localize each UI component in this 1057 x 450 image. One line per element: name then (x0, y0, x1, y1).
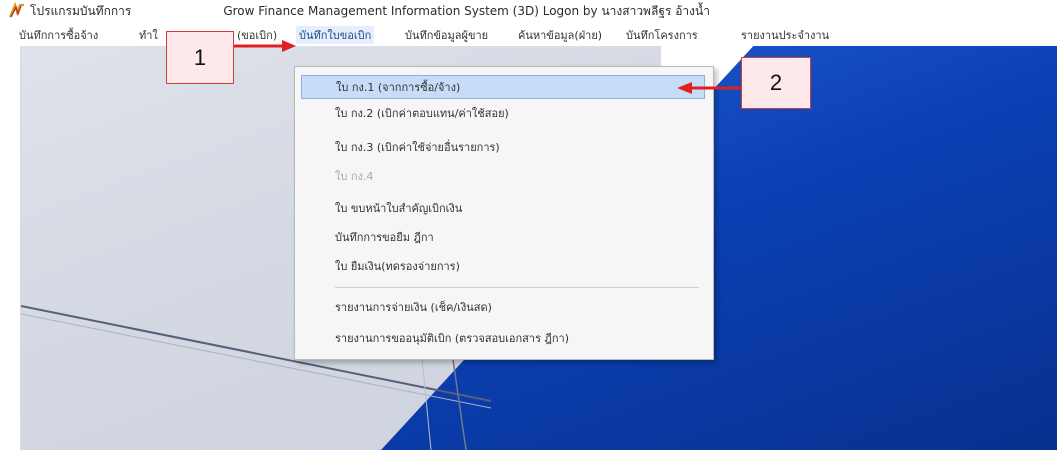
menu-item-request-voucher[interactable]: บันทึกใบขอเบิก (296, 26, 375, 44)
menu-item-vendor[interactable]: บันทึกข้อมูลผู้ขาย (402, 26, 491, 44)
request-voucher-dropdown: ใบ กง.1 (จากการซื้อ/จ้าง) ใบ กง.2 (เบิกค… (294, 66, 714, 360)
menu-option-form2[interactable]: ใบ กง.2 (เบิกค่าตอบแทน/ค่าใช้สอย) (301, 101, 705, 125)
menu-separator (335, 287, 699, 288)
menu-bar: บันทึกการซื้อจ้าง ทำใ (ขอเบิก) บันทึกใบข… (0, 22, 1057, 44)
menu-item-search[interactable]: ค้นหาข้อมูล(ฝ่าย) (515, 26, 605, 44)
callout-1: 1 (166, 31, 234, 84)
menu-option-form3[interactable]: ใบ กง.3 (เบิกค่าใช้จ่ายอื่นรายการ) (301, 135, 705, 159)
window-title-prefix: โปรแกรมบันทึกการ (30, 3, 132, 18)
callout-2: 2 (741, 57, 811, 109)
window-title: Grow Finance Management Information Syst… (223, 3, 710, 18)
menu-option-voucher-cover[interactable]: ใบ ขบหน้าใบสำคัญเบิกเงิน (301, 196, 705, 220)
menu-option-advance-loan[interactable]: ใบ ยืมเงิน(ทดรองจ่ายการ) (301, 254, 705, 278)
menu-option-approval-report[interactable]: รายงานการขออนุมัติเบิก (ตรวจสอบเอกสาร ฎี… (301, 326, 705, 350)
menu-item-purchase[interactable]: บันทึกการซื้อจ้าง (16, 26, 101, 44)
menu-option-form4: ใบ กง.4 (335, 170, 374, 183)
menu-option-borrow-record[interactable]: บันทึกการขอยืม ฎีกา (301, 225, 705, 249)
menu-option-form1-purchase[interactable]: ใบ กง.1 (จากการซื้อ/จ้าง) (301, 75, 705, 99)
menu-item-withdraw[interactable]: (ขอเบิก) (234, 26, 280, 44)
window-title-bar: โปรแกรมบันทึกการ Grow Finance Management… (0, 0, 1057, 22)
menu-item-do[interactable]: ทำใ (136, 26, 161, 44)
menu-option-payment-report[interactable]: รายงานการจ่ายเงิน (เช็ค/เงินสด) (301, 295, 705, 319)
menu-item-report[interactable]: รายงานประจำงาน (738, 26, 832, 44)
app-logo-icon (8, 2, 24, 18)
menu-item-project[interactable]: บันทึกโครงการ (623, 26, 701, 44)
